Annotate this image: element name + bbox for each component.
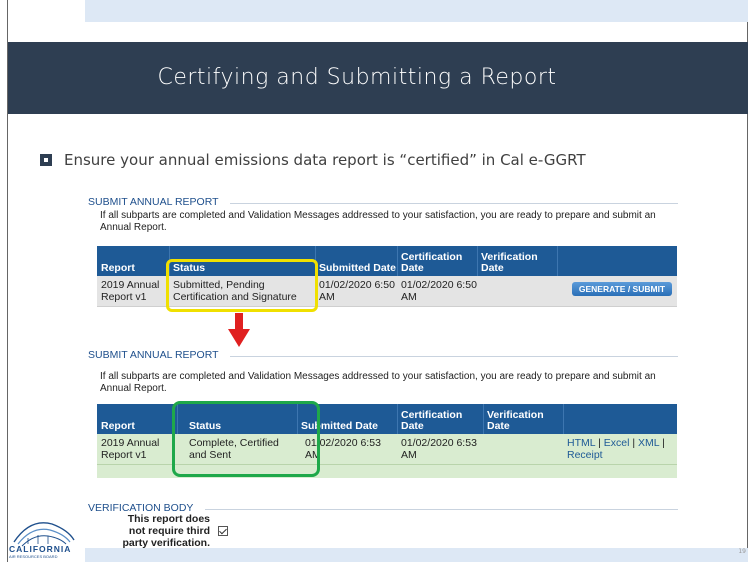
verification-row: This report does not require third party… (110, 513, 270, 549)
bullet-text: Ensure your annual emissions data report… (64, 151, 586, 169)
col-header-submitted: Submitted Date (319, 262, 397, 274)
col-header-verification: Verification Date (481, 251, 538, 274)
receipt-link[interactable]: Receipt (567, 449, 603, 461)
section-label-submit-before: SUBMIT ANNUAL REPORT (88, 196, 219, 208)
col-header-report: Report (101, 262, 135, 274)
section-label-submit-after: SUBMIT ANNUAL REPORT (88, 349, 219, 361)
section-divider (205, 509, 678, 510)
col-header-report: Report (101, 420, 135, 432)
status-highlight-green (172, 401, 320, 477)
slide-number: 19 (738, 548, 746, 555)
slide-title: Certifying and Submitting a Report (157, 65, 557, 90)
generate-submit-button[interactable]: GENERATE / SUBMIT (572, 282, 672, 296)
bullet-row: Ensure your annual emissions data report… (40, 148, 740, 172)
col-sep (557, 246, 558, 276)
section-divider (230, 203, 678, 204)
cell-certification-date: 01/02/2020 6:53 AM (401, 437, 477, 461)
intro-text-after: If all subparts are completed and Valida… (100, 371, 656, 394)
intro-text-before: If all subparts are completed and Valida… (100, 210, 656, 233)
cell-submitted-date: 01/02/2020 6:50 AM (319, 279, 395, 303)
bottom-band (85, 548, 748, 562)
square-bullet-icon (40, 154, 52, 166)
cell-report: 2019 Annual Report v1 (101, 437, 160, 461)
cell-verification-date (483, 434, 563, 464)
down-arrow-icon (228, 313, 250, 347)
cell-certification-date: 01/02/2020 6:50 AM (401, 279, 477, 303)
verification-checkbox[interactable] (218, 526, 228, 536)
xml-link[interactable]: XML (638, 437, 659, 449)
status-highlight-yellow (166, 259, 318, 312)
col-header-certification: Certification Date (401, 409, 463, 432)
cell-report: 2019 Annual Report v1 (101, 279, 160, 303)
top-band (85, 0, 748, 22)
cell-report-links: HTML | Excel | XML | Receipt (567, 437, 665, 461)
col-sep (563, 404, 564, 434)
html-link[interactable]: HTML (567, 437, 595, 449)
col-header-certification: Certification Date (401, 251, 463, 274)
col-header-verification: Verification Date (487, 409, 544, 432)
verification-text: This report does not require third party… (122, 513, 210, 549)
logo-name: CALIFORNIA (9, 544, 72, 554)
excel-link[interactable]: Excel (604, 437, 630, 449)
logo-subtitle: AIR RESOURCES BOARD (9, 554, 58, 559)
section-divider (230, 356, 678, 357)
cell-verification-date (477, 276, 557, 306)
